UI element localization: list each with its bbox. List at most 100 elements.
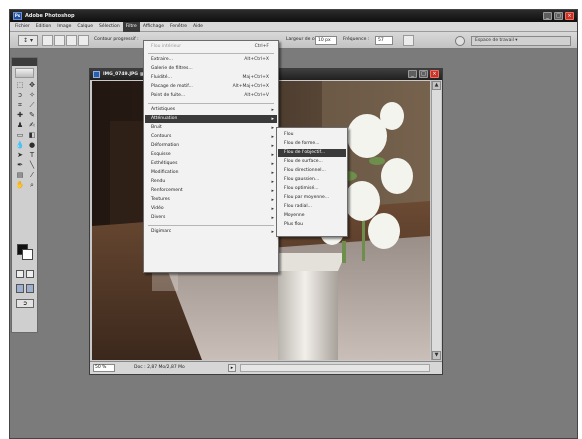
blur-item-surface-blur[interactable]: Flou de surface... [278,158,346,166]
submenu-arrow-icon: ▸ [271,206,274,212]
history-brush-tool-icon[interactable]: ✍ [27,121,37,130]
adobe-online-icon[interactable] [15,68,34,78]
doc-minimize-icon[interactable]: _ [408,70,417,78]
width-field[interactable]: 10 px [315,36,337,45]
blur-tool-icon[interactable]: 💧 [15,141,25,150]
blur-item-motion-blur[interactable]: Flou directionnel... [278,167,346,175]
intersect-selection-icon[interactable] [78,35,89,46]
zoom-field[interactable]: 50 % [93,364,115,372]
type-tool-icon[interactable]: T [27,151,37,160]
filter-item-vanishing-point[interactable]: Point de fuite... Alt+Ctrl+V [145,92,277,100]
tools-palette-title-bar[interactable] [12,58,37,66]
frequency-field[interactable]: 57 [375,36,393,45]
menu-aide[interactable]: Aide [190,22,206,32]
filter-item-brush-strokes[interactable]: Contours ▸ [145,133,277,141]
magic-wand-tool-icon[interactable]: ✧ [27,91,37,100]
new-selection-icon[interactable] [42,35,53,46]
menu-fenetre[interactable]: Fenêtre [167,22,190,32]
menu-selection[interactable]: Sélection [96,22,123,32]
close-icon[interactable]: × [565,12,574,20]
menu-edition[interactable]: Edition [33,22,55,32]
lasso-tool-icon[interactable]: ↄ [15,91,25,100]
document-icon [93,71,100,78]
filter-item-filter-gallery[interactable]: Galerie de filtres... [145,65,277,73]
submenu-arrow-icon: ▸ [271,143,274,149]
zoom-tool-icon[interactable]: ⌕ [27,181,37,190]
menu-image[interactable]: Image [54,22,74,32]
tool-preset-picker[interactable]: ↕ ▾ [18,35,38,46]
jump-to-imageready-icon[interactable]: ➲ [16,299,34,308]
menu-affichage[interactable]: Affichage [140,22,167,32]
filter-item-other[interactable]: Divers ▸ [145,214,277,222]
frequency-label: Fréquence : [343,37,370,42]
workspace-icon[interactable] [455,36,465,46]
blur-item-lens-blur[interactable]: Flou de l'objectif... [278,149,346,157]
healing-brush-tool-icon[interactable]: ✚ [15,111,25,120]
filter-item-sharpen[interactable]: Renforcement ▸ [145,187,277,195]
filter-item-render[interactable]: Rendu ▸ [145,178,277,186]
blur-item-blur[interactable]: Flou [278,131,346,139]
maximize-icon[interactable]: □ [554,12,563,20]
doc-close-icon[interactable]: × [430,70,439,78]
vertical-scrollbar[interactable]: ▲ ▼ [431,81,441,360]
minimize-icon[interactable]: _ [543,12,552,20]
notes-tool-icon[interactable]: ▤ [15,171,25,180]
filter-item-artistic[interactable]: Artistiques ▸ [145,106,277,114]
blur-item-box-blur[interactable]: Flou par moyenne... [278,194,346,202]
filter-item-distort[interactable]: Déformation ▸ [145,142,277,150]
marquee-tool-icon[interactable]: ⬚ [15,81,25,90]
blur-item-shape-blur[interactable]: Flou de forme... [278,140,346,148]
slice-tool-icon[interactable]: ⟋ [27,101,37,110]
blur-item-gaussian-blur[interactable]: Flou gaussien... [278,176,346,184]
filter-item-other-modify[interactable]: Modification ▸ [145,169,277,177]
path-selection-tool-icon[interactable]: ➤ [15,151,25,160]
filter-item-liquify[interactable]: Fluidité... Maj+Ctrl+X [145,74,277,82]
filter-item-texture[interactable]: Textures ▸ [145,196,277,204]
shape-tool-icon[interactable]: ╲ [27,161,37,170]
background-color-swatch[interactable] [22,249,33,260]
move-tool-icon[interactable]: ✥ [27,81,37,90]
filter-item-pattern-maker[interactable]: Placage de motif... Alt+Maj+Ctrl+X [145,83,277,91]
pen-tool-icon[interactable]: ✒ [15,161,25,170]
quick-mask-icon[interactable] [26,270,34,278]
tools-palette: ⬚ ✥ ↄ ✧ ⌗ ⟋ ✚ ✎ ♟ ✍ ▭ ◧ 💧 ● ➤ T ✒ ╲ ▤ ⁄ … [11,57,38,333]
gradient-tool-icon[interactable]: ◧ [27,131,37,140]
menu-calque[interactable]: Calque [74,22,96,32]
status-menu-icon[interactable]: ▸ [228,364,236,372]
add-selection-icon[interactable] [54,35,65,46]
clone-stamp-tool-icon[interactable]: ♟ [15,121,25,130]
doc-maximize-icon[interactable]: □ [419,70,428,78]
standard-mode-icon[interactable] [16,270,24,278]
blur-item-smart-blur[interactable]: Flou optimisé... [278,185,346,193]
dodge-tool-icon[interactable]: ● [27,141,37,150]
scroll-down-icon[interactable]: ▼ [432,351,441,360]
subtract-selection-icon[interactable] [66,35,77,46]
menu-filtre[interactable]: Filtre [122,21,140,32]
blur-item-average[interactable]: Moyenne [278,212,346,220]
brush-tool-icon[interactable]: ✎ [27,111,37,120]
filter-item-blur[interactable]: Atténuation ▸ [145,115,277,123]
crop-tool-icon[interactable]: ⌗ [15,101,25,110]
scroll-up-icon[interactable]: ▲ [432,81,441,90]
hand-tool-icon[interactable]: ✋ [15,181,25,190]
blur-item-blur-more[interactable]: Plus flou [278,221,346,229]
filter-item-noise[interactable]: Bruit ▸ [145,124,277,132]
workspace-menu[interactable]: Espace de travail ▾ [471,36,571,46]
submenu-arrow-icon: ▸ [271,197,274,203]
horizontal-scrollbar[interactable] [240,364,430,372]
filter-item-stylize[interactable]: Esthétiques ▸ [145,160,277,168]
menu-fichier[interactable]: Fichier [12,22,33,32]
standard-screen-icon[interactable] [16,284,24,293]
filter-item-digimarc[interactable]: Digimarc ▸ [145,228,277,236]
filter-item-extract[interactable]: Extraire... Alt+Ctrl+X [145,56,277,64]
blur-item-radial-blur[interactable]: Flou radial... [278,203,346,211]
stylus-pressure-icon[interactable] [403,35,414,46]
filter-item-sketch[interactable]: Esquisse ▸ [145,151,277,159]
filter-item-last-filter[interactable]: Flou intérieur Ctrl+F [145,43,277,51]
filter-item-video[interactable]: Vidéo ▸ [145,205,277,213]
document-window-controls: _ □ × [408,70,439,78]
eyedropper-tool-icon[interactable]: ⁄ [27,171,37,180]
full-screen-icon[interactable] [26,284,34,293]
submenu-arrow-icon: ▸ [271,161,274,167]
eraser-tool-icon[interactable]: ▭ [15,131,25,140]
